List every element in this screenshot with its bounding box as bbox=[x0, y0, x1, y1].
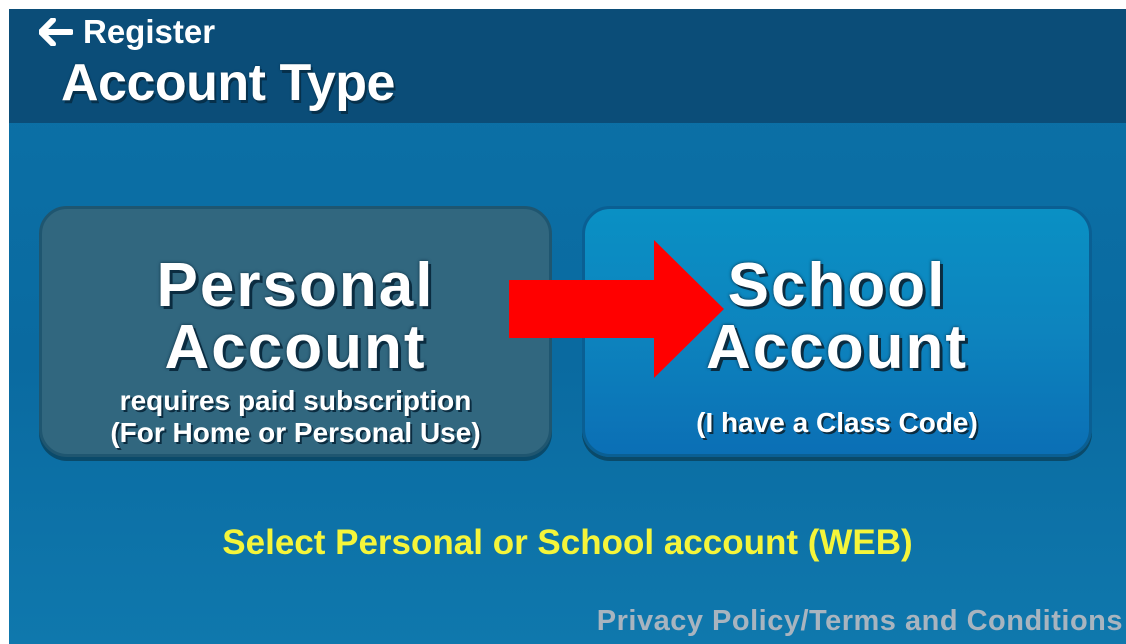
back-register-link[interactable]: Register bbox=[39, 13, 215, 51]
school-subtitle: (I have a Class Code) bbox=[696, 407, 978, 438]
privacy-terms-link[interactable]: Privacy Policy/Terms and Conditions bbox=[597, 605, 1123, 638]
personal-account-button[interactable]: Personal Account requires paid subscript… bbox=[39, 206, 552, 457]
personal-title-line2: Account bbox=[164, 313, 427, 382]
app-screen: Register Account Type Personal Account r… bbox=[9, 9, 1126, 644]
instruction-text: Select Personal or School account (WEB) bbox=[222, 523, 913, 562]
page-title: Account Type bbox=[61, 54, 395, 112]
back-register-label: Register bbox=[83, 13, 216, 50]
personal-title-line1: Personal bbox=[156, 251, 435, 320]
personal-subtitle-line1: requires paid subscription bbox=[119, 385, 472, 416]
school-title-line1: School bbox=[727, 251, 947, 320]
personal-subtitle-line2: (For Home or Personal Use) bbox=[110, 417, 481, 448]
school-title-line2: Account bbox=[706, 313, 968, 382]
header-bar: Register Account Type bbox=[9, 9, 1126, 123]
arrow-left-icon bbox=[39, 18, 73, 46]
school-account-button[interactable]: School Account (I have a Class Code) bbox=[582, 206, 1092, 457]
